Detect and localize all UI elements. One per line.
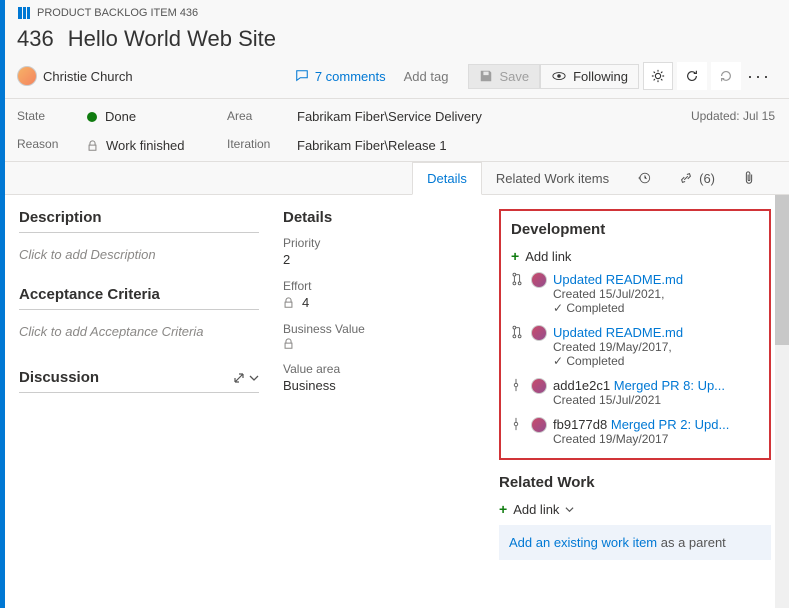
header-type-row: PRODUCT BACKLOG ITEM 436 bbox=[5, 0, 789, 20]
related-add-link-button[interactable]: + Add link bbox=[499, 501, 771, 517]
dev-link-item[interactable]: add1e2c1 Merged PR 8: Up... Created 15/J… bbox=[511, 378, 759, 407]
vertical-scrollbar[interactable] bbox=[775, 195, 789, 608]
commit-icon bbox=[511, 417, 525, 431]
commit-icon bbox=[511, 378, 525, 392]
discussion-heading: Discussion bbox=[19, 369, 99, 386]
discussion-expand-button[interactable] bbox=[233, 372, 259, 384]
dev-link-item[interactable]: Updated README.md Created 15/Jul/2021, ✓… bbox=[511, 272, 759, 315]
save-icon bbox=[479, 69, 493, 83]
details-heading: Details bbox=[283, 209, 483, 226]
chevron-down-icon bbox=[565, 505, 574, 514]
gear-icon bbox=[651, 69, 665, 83]
value-area-label: Value area bbox=[283, 362, 483, 376]
state-field[interactable]: Done bbox=[87, 109, 227, 124]
avatar bbox=[531, 272, 547, 288]
description-field[interactable]: Click to add Description bbox=[19, 243, 259, 266]
undo-button[interactable] bbox=[711, 62, 741, 90]
pull-request-icon bbox=[511, 272, 525, 286]
dev-link-item[interactable]: fb9177d8 Merged PR 2: Upd... Created 19/… bbox=[511, 417, 759, 446]
avatar bbox=[17, 66, 37, 86]
avatar bbox=[531, 325, 547, 341]
dev-link-meta: Created 15/Jul/2021 bbox=[553, 393, 759, 407]
lock-icon bbox=[283, 338, 294, 350]
work-item-id: 436 bbox=[17, 26, 54, 52]
assignee-name: Christie Church bbox=[43, 69, 133, 84]
eye-icon bbox=[551, 69, 567, 83]
tab-details[interactable]: Details bbox=[412, 162, 482, 195]
dev-link-meta: Created 19/May/2017, bbox=[553, 340, 759, 354]
related-work-heading: Related Work bbox=[499, 474, 771, 491]
save-button: Save bbox=[468, 64, 540, 89]
tab-attachments[interactable] bbox=[729, 162, 769, 194]
more-actions-button[interactable]: ··· bbox=[741, 66, 777, 87]
updated-label: Updated: Jul 15 bbox=[691, 109, 775, 123]
effort-label: Effort bbox=[283, 279, 483, 293]
tab-related[interactable]: Related Work items bbox=[482, 162, 623, 194]
chevron-down-icon bbox=[249, 373, 259, 383]
scrollbar-thumb[interactable] bbox=[775, 195, 789, 345]
work-item-title[interactable]: Hello World Web Site bbox=[68, 26, 276, 52]
work-item-type-label: PRODUCT BACKLOG ITEM 436 bbox=[37, 7, 198, 19]
iteration-field[interactable]: Fabrikam Fiber\Release 1 bbox=[297, 138, 777, 153]
priority-label: Priority bbox=[283, 236, 483, 250]
history-icon bbox=[637, 171, 651, 185]
comments-link[interactable]: 7 comments bbox=[295, 69, 386, 84]
refresh-icon bbox=[685, 69, 699, 83]
avatar bbox=[531, 378, 547, 394]
dev-link-meta: Created 15/Jul/2021, bbox=[553, 287, 759, 301]
acceptance-field[interactable]: Click to add Acceptance Criteria bbox=[19, 320, 259, 343]
expand-icon bbox=[233, 372, 245, 384]
refresh-button[interactable] bbox=[677, 62, 707, 90]
effort-field[interactable]: 4 bbox=[283, 293, 483, 312]
tab-history[interactable] bbox=[623, 162, 665, 194]
reason-label: Reason bbox=[17, 137, 87, 151]
dev-link-status: ✓ Completed bbox=[553, 301, 759, 315]
undo-icon bbox=[719, 69, 733, 83]
backlog-icon bbox=[17, 6, 31, 20]
ellipsis-icon: ··· bbox=[747, 66, 771, 86]
state-label: State bbox=[17, 109, 87, 123]
commit-hash: add1e2c1 bbox=[553, 378, 610, 393]
plus-icon: + bbox=[511, 248, 519, 264]
development-heading: Development bbox=[511, 221, 759, 238]
assignee-picker[interactable]: Christie Church bbox=[17, 66, 133, 86]
development-add-link-button[interactable]: + Add link bbox=[511, 248, 759, 264]
commit-hash: fb9177d8 bbox=[553, 417, 607, 432]
state-dot-icon bbox=[87, 112, 97, 122]
priority-field[interactable]: 2 bbox=[283, 250, 483, 269]
add-existing-link: Add an existing work item bbox=[509, 535, 657, 550]
description-heading: Description bbox=[19, 209, 259, 233]
business-value-label: Business Value bbox=[283, 322, 483, 336]
link-icon bbox=[679, 171, 693, 185]
comment-icon bbox=[295, 69, 309, 83]
lock-icon bbox=[87, 140, 98, 152]
attachment-icon bbox=[743, 171, 755, 185]
value-area-field[interactable]: Business bbox=[283, 376, 483, 395]
dev-link-title: Updated README.md bbox=[553, 325, 759, 340]
area-label: Area bbox=[227, 109, 297, 123]
business-value-field[interactable] bbox=[283, 336, 483, 352]
plus-icon: + bbox=[499, 501, 507, 517]
add-tag-button[interactable]: Add tag bbox=[398, 67, 455, 86]
pull-request-icon bbox=[511, 325, 525, 339]
dev-link-title: Merged PR 8: Up... bbox=[614, 378, 725, 393]
acceptance-heading: Acceptance Criteria bbox=[19, 286, 259, 310]
dev-link-meta: Created 19/May/2017 bbox=[553, 432, 759, 446]
development-section: Development + Add link Updated README.md… bbox=[499, 209, 771, 460]
related-placeholder[interactable]: Add an existing work item as a parent bbox=[499, 525, 771, 560]
avatar bbox=[531, 417, 547, 433]
dev-link-title: Merged PR 2: Upd... bbox=[611, 417, 730, 432]
lock-icon bbox=[283, 297, 294, 309]
iteration-label: Iteration bbox=[227, 137, 297, 151]
dev-link-title: Updated README.md bbox=[553, 272, 759, 287]
follow-button[interactable]: Following bbox=[540, 64, 639, 89]
settings-button[interactable] bbox=[643, 62, 673, 90]
tab-links[interactable]: (6) bbox=[665, 162, 729, 194]
reason-field[interactable]: Work finished bbox=[87, 138, 227, 153]
dev-link-status: ✓ Completed bbox=[553, 354, 759, 368]
dev-link-item[interactable]: Updated README.md Created 19/May/2017, ✓… bbox=[511, 325, 759, 368]
